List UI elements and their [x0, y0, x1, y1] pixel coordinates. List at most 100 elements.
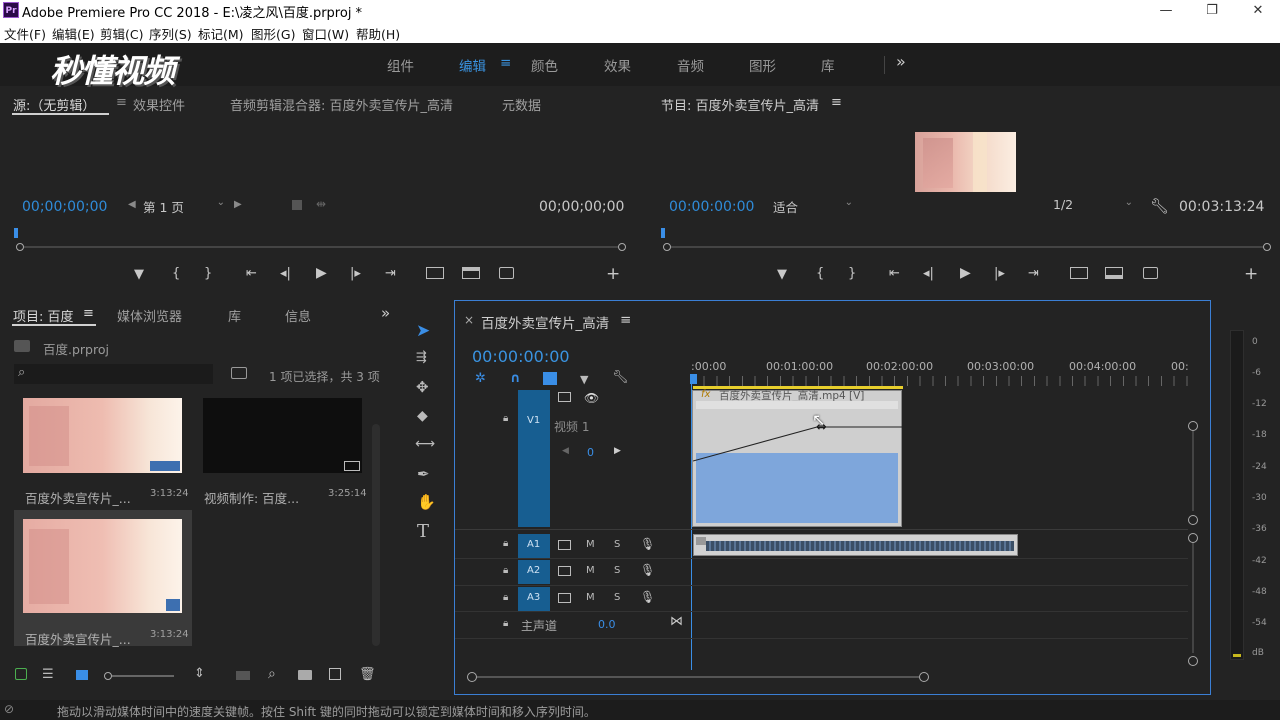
- workspace-editing[interactable]: 编辑: [459, 55, 486, 75]
- solo-button[interactable]: S: [614, 539, 620, 550]
- zoom-slider[interactable]: [104, 672, 174, 680]
- step-forward-button[interactable]: |▸: [350, 266, 361, 281]
- overwrite-icon[interactable]: [462, 267, 480, 279]
- v1-target-toggle[interactable]: V1: [518, 390, 550, 527]
- tab-effect-controls[interactable]: 效果控件: [133, 95, 185, 114]
- a2-target-toggle[interactable]: A2: [518, 560, 550, 584]
- audio-clip[interactable]: [693, 534, 1018, 556]
- toggle-sync-icon[interactable]: [558, 392, 571, 402]
- workspace-graphics[interactable]: 图形: [749, 55, 776, 75]
- keyframe-value[interactable]: 0: [587, 446, 594, 459]
- selection-tool-icon[interactable]: ➤: [416, 321, 430, 341]
- menu-graphics[interactable]: 图形(G): [251, 24, 295, 43]
- track-select-tool-icon[interactable]: ⇶: [416, 350, 427, 365]
- go-to-out-button[interactable]: ⇥: [385, 266, 396, 281]
- wrench-icon[interactable]: 🔧︎: [1150, 197, 1169, 215]
- lift-icon[interactable]: [1070, 267, 1088, 279]
- mark-in-button[interactable]: {: [172, 266, 180, 281]
- menu-edit[interactable]: 编辑(E): [52, 24, 95, 43]
- timeline-settings-icon[interactable]: 🔧︎: [612, 370, 629, 385]
- go-to-in-button[interactable]: ⇤: [889, 266, 900, 281]
- add-marker-icon[interactable]: ▼: [580, 373, 588, 386]
- lock-icon[interactable]: 🔒︎: [503, 565, 508, 576]
- menu-clip[interactable]: 剪辑(C): [100, 24, 143, 43]
- list-view-icon[interactable]: ☰: [42, 667, 54, 682]
- project-search-input[interactable]: ⌕: [14, 364, 213, 384]
- clip-thumbnail[interactable]: [23, 398, 182, 473]
- toggle-sync-icon[interactable]: [558, 593, 571, 603]
- source-timecode-in[interactable]: 00;00;00;00: [22, 199, 107, 215]
- sort-icon[interactable]: ⇕: [194, 666, 205, 681]
- program-playhead[interactable]: [661, 228, 665, 238]
- tab-info[interactable]: 信息: [285, 306, 311, 325]
- prev-keyframe-icon[interactable]: ◀: [562, 446, 569, 456]
- add-marker-button[interactable]: ▼: [134, 267, 144, 282]
- pen-tool-icon[interactable]: ✒: [417, 465, 430, 483]
- go-to-out-button[interactable]: ⇥: [1028, 266, 1039, 281]
- mark-out-button[interactable]: }: [204, 266, 212, 281]
- time-ruler[interactable]: [691, 376, 1188, 386]
- a1-target-toggle[interactable]: A1: [518, 534, 550, 558]
- sequence-menu-icon[interactable]: ≡: [620, 312, 631, 328]
- menu-window[interactable]: 窗口(W): [302, 24, 349, 43]
- close-sequence-button[interactable]: ×: [464, 313, 474, 327]
- project-more-button[interactable]: »: [381, 304, 390, 322]
- close-button[interactable]: ✕: [1235, 0, 1280, 21]
- prev-page-icon[interactable]: ◀: [128, 199, 136, 210]
- program-zoom-bar[interactable]: [663, 242, 1271, 252]
- menu-sequence[interactable]: 序列(S): [149, 24, 192, 43]
- project-menu-icon[interactable]: ≡: [83, 306, 94, 321]
- tab-metadata[interactable]: 元数据: [502, 95, 541, 114]
- hand-tool-icon[interactable]: ✋: [417, 493, 436, 511]
- ripple-edit-tool-icon[interactable]: ✥: [416, 378, 429, 396]
- sequence-thumbnail[interactable]: [203, 398, 362, 473]
- horizontal-zoom-bar[interactable]: [467, 672, 929, 682]
- toggle-sync-icon[interactable]: [558, 566, 571, 576]
- razor-tool-icon[interactable]: ◆: [417, 408, 428, 424]
- toggle-sync-icon[interactable]: [558, 540, 571, 550]
- fit-select[interactable]: 适合 ⌄: [773, 197, 857, 217]
- mute-button[interactable]: M: [586, 539, 595, 550]
- program-timecode[interactable]: 00:00:00:00: [669, 199, 754, 215]
- new-folder-icon[interactable]: [298, 670, 312, 680]
- new-bin-icon[interactable]: [231, 367, 247, 379]
- workspace-more-button[interactable]: »: [896, 52, 906, 71]
- workspace-libraries[interactable]: 库: [821, 55, 835, 75]
- microphone-icon[interactable]: 🎙︎: [640, 590, 655, 604]
- tab-libraries[interactable]: 库: [228, 306, 241, 325]
- mute-button[interactable]: M: [586, 592, 595, 603]
- sequence-tab[interactable]: 百度外卖宣传片_高清: [481, 312, 609, 332]
- workspace-color[interactable]: 颜色: [531, 55, 558, 75]
- automate-icon[interactable]: [236, 671, 250, 680]
- icon-view-icon[interactable]: [76, 670, 88, 680]
- menu-help[interactable]: 帮助(H): [356, 24, 400, 43]
- program-menu-icon[interactable]: ≡: [831, 95, 842, 110]
- nest-icon[interactable]: ✲: [475, 371, 486, 386]
- add-marker-button[interactable]: ▼: [777, 267, 787, 282]
- lock-icon[interactable]: 🔒︎: [503, 618, 508, 629]
- tab-project[interactable]: 项目: 百度: [13, 306, 74, 325]
- resolution-select[interactable]: 1/2 ⌄: [1053, 197, 1137, 217]
- step-back-button[interactable]: ◂|: [923, 266, 934, 281]
- add-button[interactable]: +: [606, 264, 620, 284]
- workspace-audio[interactable]: 音频: [677, 55, 704, 75]
- lock-icon[interactable]: 🔒︎: [503, 413, 508, 424]
- mute-button[interactable]: M: [586, 565, 595, 576]
- timeline-timecode[interactable]: 00:00:00:00: [472, 347, 570, 366]
- menu-marker[interactable]: 标记(M): [198, 24, 244, 43]
- step-forward-button[interactable]: |▸: [994, 266, 1005, 281]
- microphone-icon[interactable]: 🎙︎: [640, 563, 655, 577]
- source-menu-icon[interactable]: ≡: [116, 95, 127, 110]
- slip-tool-icon[interactable]: ⟷: [415, 436, 435, 452]
- play-button[interactable]: ▶: [316, 265, 327, 281]
- linked-selection-icon[interactable]: [543, 372, 557, 385]
- source-playhead[interactable]: [14, 228, 18, 238]
- a3-target-toggle[interactable]: A3: [518, 587, 550, 611]
- settings-icon[interactable]: ⇹: [316, 197, 326, 211]
- next-page-icon[interactable]: ▶: [234, 199, 242, 210]
- timeline-playhead-handle[interactable]: [690, 374, 697, 384]
- tab-media-browser[interactable]: 媒体浏览器: [117, 306, 182, 325]
- step-back-button[interactable]: ◂|: [280, 266, 291, 281]
- add-button[interactable]: +: [1244, 264, 1258, 284]
- new-item-icon[interactable]: [329, 668, 341, 680]
